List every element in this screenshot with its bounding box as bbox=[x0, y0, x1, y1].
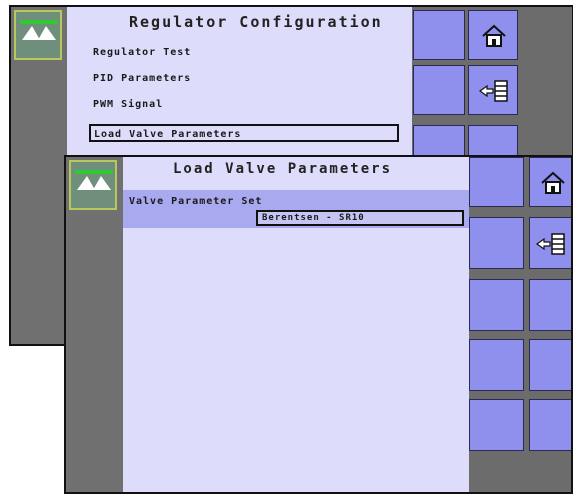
valve-parameter-set-value[interactable]: Berentsen - SR10 bbox=[256, 210, 464, 226]
menu-item-load-valve-parameters[interactable]: Load Valve Parameters bbox=[89, 124, 399, 142]
soft-button-1[interactable] bbox=[469, 157, 524, 207]
left-strip bbox=[11, 7, 67, 344]
soft-button-1[interactable] bbox=[413, 10, 465, 60]
valve-parameter-set-row[interactable]: Valve Parameter Set Berentsen - SR10 bbox=[123, 190, 469, 228]
sprayer-logo-icon bbox=[14, 10, 62, 60]
soft-button-2[interactable] bbox=[469, 217, 524, 269]
soft-button-8[interactable] bbox=[529, 399, 571, 451]
back-arrow-list-icon bbox=[479, 80, 508, 102]
soft-button-7[interactable] bbox=[469, 399, 524, 451]
menu-item-pwm-signal[interactable]: PWM Signal bbox=[93, 99, 163, 110]
back-button[interactable] bbox=[529, 217, 571, 269]
back-arrow-list-icon bbox=[536, 233, 565, 255]
soft-button-6[interactable] bbox=[529, 339, 571, 391]
valve-parameter-set-label: Valve Parameter Set bbox=[129, 196, 263, 207]
soft-button-5[interactable] bbox=[469, 339, 524, 391]
home-button[interactable] bbox=[529, 157, 571, 207]
soft-button-4[interactable] bbox=[529, 279, 571, 331]
page-title: Load Valve Parameters bbox=[173, 161, 393, 177]
load-valve-parameters-screen: Load Valve Parameters Valve Parameter Se… bbox=[64, 155, 573, 494]
menu-item-regulator-test[interactable]: Regulator Test bbox=[93, 47, 191, 58]
page-title: Regulator Configuration bbox=[129, 13, 383, 31]
load-valve-panel: Load Valve Parameters Valve Parameter Se… bbox=[123, 157, 469, 492]
back-button[interactable] bbox=[468, 65, 518, 115]
soft-button-column bbox=[469, 157, 571, 492]
menu-item-pid-parameters[interactable]: PID Parameters bbox=[93, 73, 191, 84]
home-icon bbox=[482, 24, 506, 47]
home-icon bbox=[541, 171, 565, 194]
left-strip bbox=[66, 157, 123, 492]
sprayer-logo-icon bbox=[69, 160, 117, 210]
home-button[interactable] bbox=[468, 10, 518, 60]
soft-button-3[interactable] bbox=[469, 279, 524, 331]
soft-button-2[interactable] bbox=[413, 65, 465, 115]
